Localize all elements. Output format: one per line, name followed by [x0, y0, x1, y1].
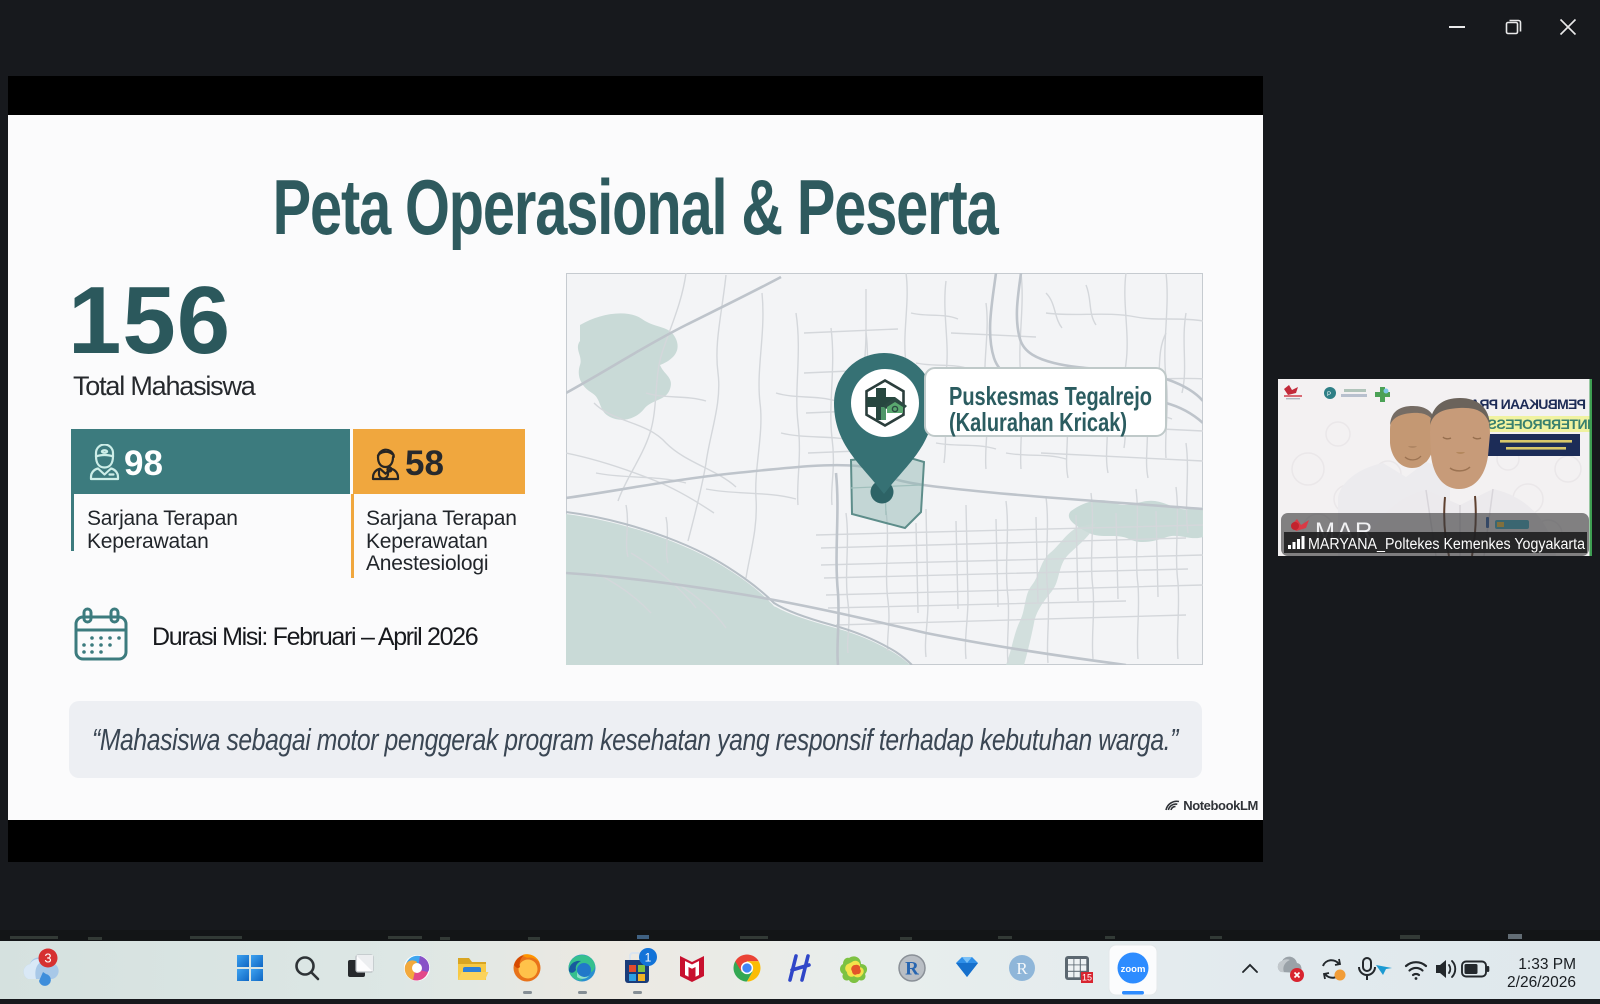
svg-text:zoom: zoom — [1121, 964, 1146, 975]
svg-text:1:33 PM: 1:33 PM — [1518, 956, 1576, 973]
svg-text:MARYANA_Poltekes Kemenkes Yogy: MARYANA_Poltekes Kemenkes Yogyakarta — [1308, 536, 1585, 553]
svg-text:15: 15 — [1082, 973, 1092, 983]
svg-text:(Kalurahan Kricak): (Kalurahan Kricak) — [949, 407, 1127, 437]
svg-text:3: 3 — [44, 951, 51, 966]
svg-text:R: R — [905, 959, 919, 980]
svg-text:P: P — [1327, 392, 1331, 398]
svg-text:2/26/2026: 2/26/2026 — [1507, 974, 1576, 991]
svg-text:R: R — [1016, 959, 1028, 978]
svg-text:PEMBUKAAN PRA: PEMBUKAAN PRA — [1470, 396, 1586, 412]
svg-text:1: 1 — [645, 951, 652, 965]
